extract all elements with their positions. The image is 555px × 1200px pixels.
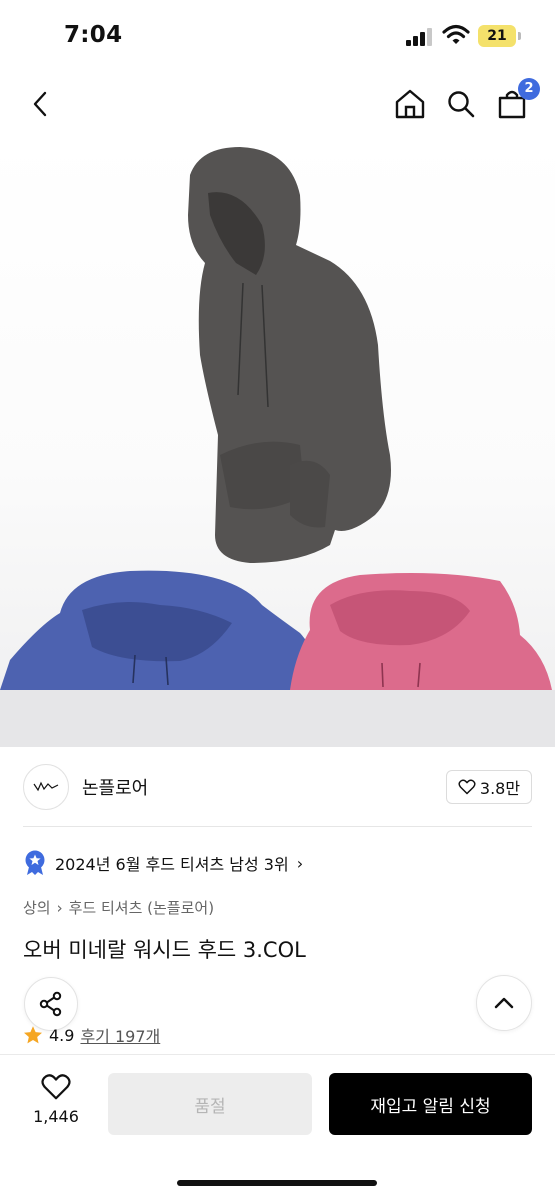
back-button[interactable] xyxy=(22,86,58,122)
ranking-link[interactable]: 2024년 6월 후드 티셔츠 남성 3위 › xyxy=(23,848,303,878)
star-icon xyxy=(24,1026,42,1044)
brand-like-count: 3.8만 xyxy=(479,779,521,798)
brand-logo[interactable] xyxy=(23,764,69,810)
home-icon xyxy=(395,89,425,119)
review-count-link[interactable]: 후기 197개 xyxy=(80,1023,160,1047)
cart-count-badge: 2 xyxy=(518,78,540,100)
home-button[interactable] xyxy=(392,86,428,122)
chevron-right-icon: › xyxy=(56,898,63,917)
battery-tip xyxy=(518,32,521,40)
product-image[interactable] xyxy=(0,135,555,747)
chevron-up-icon xyxy=(494,997,514,1009)
restock-alert-button[interactable]: 재입고 알림 신청 xyxy=(329,1073,532,1135)
signal-icon xyxy=(406,28,434,46)
battery-icon: 21 xyxy=(478,25,516,47)
grey-hoodie xyxy=(188,147,391,563)
brand-row[interactable]: 논플로어 3.8만 xyxy=(0,760,555,816)
heart-icon xyxy=(458,779,476,795)
home-indicator[interactable] xyxy=(177,1180,377,1186)
bottom-action-bar: 1,446 품절 재입고 알림 신청 xyxy=(0,1054,555,1200)
pink-hoodie xyxy=(290,573,552,690)
product-title: 오버 미네랄 워시드 후드 3.COL xyxy=(23,938,306,962)
search-button[interactable] xyxy=(443,86,479,122)
breadcrumb: 상의 › 후드 티셔츠 (논플로어) xyxy=(23,897,214,918)
rating-value: 4.9 xyxy=(49,1025,75,1045)
section-divider xyxy=(23,826,532,827)
brand-like-button[interactable]: 3.8만 xyxy=(446,770,532,804)
ranking-text: 2024년 6월 후드 티셔츠 남성 3위 xyxy=(55,855,289,874)
breadcrumb-item-subcategory[interactable]: 후드 티셔츠 (논플로어) xyxy=(69,897,214,918)
cart-button[interactable]: 2 xyxy=(494,78,540,122)
brand-name[interactable]: 논플로어 xyxy=(82,774,148,800)
search-icon xyxy=(448,91,475,118)
chevron-right-icon: › xyxy=(296,853,304,873)
share-icon xyxy=(39,991,62,1017)
soldout-button: 품절 xyxy=(108,1073,312,1135)
status-time: 7:04 xyxy=(64,22,123,48)
back-icon xyxy=(33,91,47,117)
wifi-icon xyxy=(442,24,470,50)
wish-count: 1,446 xyxy=(33,1107,79,1126)
hoodies-illustration xyxy=(0,147,552,690)
wish-button[interactable]: 1,446 xyxy=(22,1073,90,1126)
blue-hoodie xyxy=(0,570,325,690)
top-nav: 2 xyxy=(0,76,555,132)
ranking-badge-icon xyxy=(25,850,45,875)
rating-row: 4.9 후기 197개 xyxy=(23,1023,160,1047)
status-bar: 7:04 21 xyxy=(0,0,555,70)
brand-logo-icon xyxy=(33,781,59,792)
scroll-top-button[interactable] xyxy=(476,975,532,1031)
breadcrumb-item-category[interactable]: 상의 xyxy=(23,897,51,918)
heart-icon xyxy=(41,1074,71,1100)
